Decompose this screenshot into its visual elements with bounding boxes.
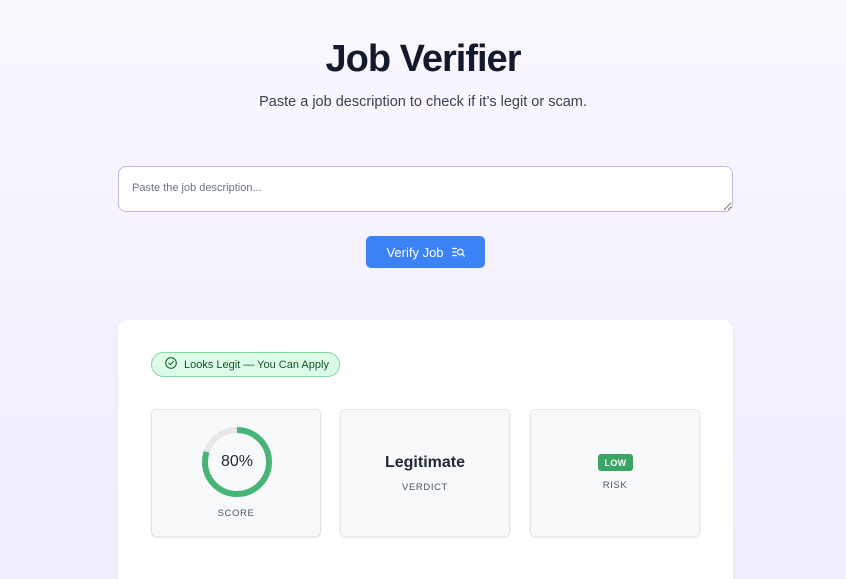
risk-card: LOW RISK — [530, 409, 700, 537]
job-description-input[interactable] — [118, 166, 733, 212]
score-label: SCORE — [217, 508, 255, 519]
verify-job-label: Verify Job — [386, 244, 444, 260]
verdict-label: VERDICT — [402, 482, 448, 493]
list-search-icon — [451, 247, 465, 258]
risk-level-badge: LOW — [598, 454, 633, 471]
verdict-card: Legitimate VERDICT — [340, 409, 510, 537]
risk-label: RISK — [602, 480, 628, 491]
status-badge: Looks Legit — You Can Apply — [151, 352, 340, 377]
score-card: 80% SCORE — [151, 409, 321, 537]
result-card: Looks Legit — You Can Apply 80% SCORE Le… — [118, 320, 733, 579]
score-value: 80% — [220, 453, 254, 470]
status-badge-label: Looks Legit — You Can Apply — [184, 358, 329, 371]
page-subtitle: Paste a job description to check if it’s… — [259, 94, 587, 110]
page-title: Job Verifier — [325, 38, 522, 80]
check-circle-icon — [165, 357, 177, 372]
verify-job-button[interactable]: Verify Job — [366, 236, 485, 268]
verdict-value: Legitimate — [384, 454, 465, 471]
